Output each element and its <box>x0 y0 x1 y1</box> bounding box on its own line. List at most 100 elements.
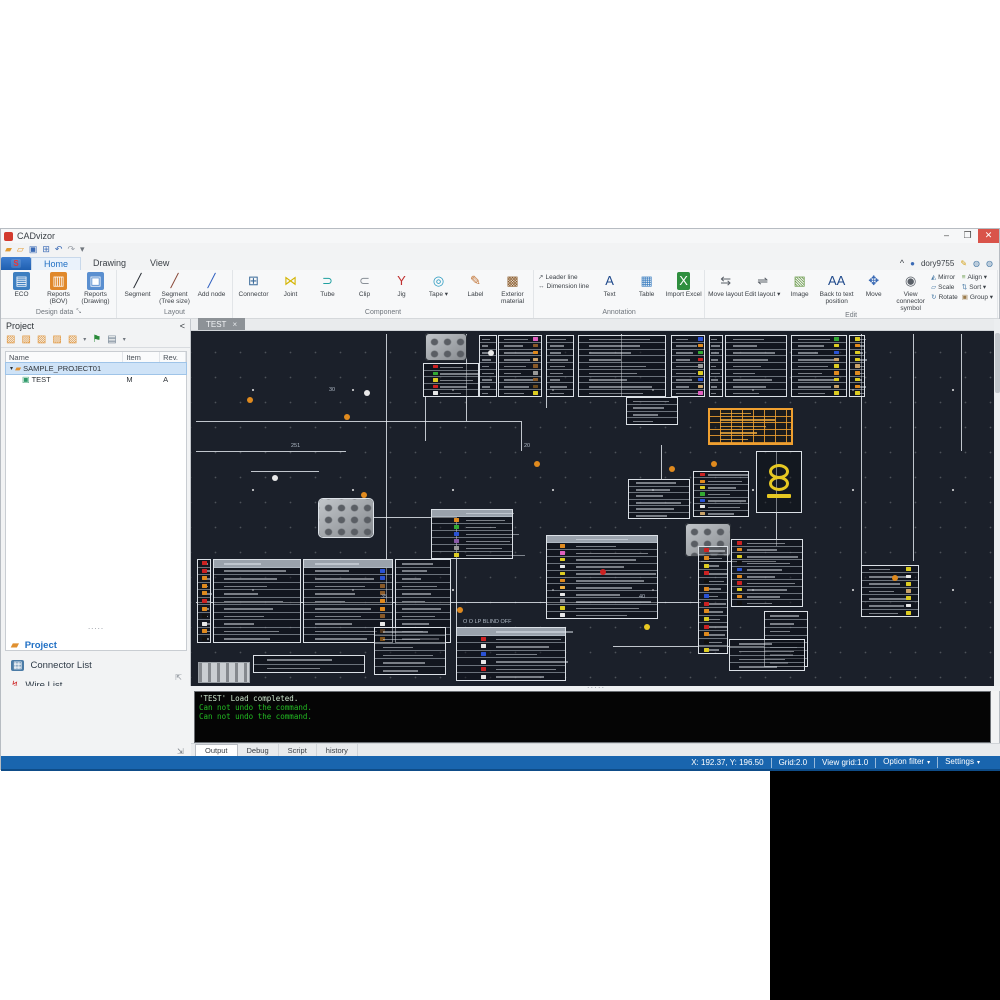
ribbon-tab-view[interactable]: View <box>138 257 181 270</box>
pin-table[interactable] <box>197 559 211 643</box>
qat-new-project-button[interactable]: ▰ <box>5 244 12 255</box>
connector-photo[interactable] <box>319 499 373 537</box>
expand-arrow-icon[interactable]: ▾ <box>10 365 13 372</box>
ribbon-button-connector[interactable]: ⊞Connector <box>235 271 272 298</box>
ribbon-button-move[interactable]: ✥Move <box>855 271 892 298</box>
ribbon-button-rotate[interactable]: ↻Rotate <box>931 293 958 301</box>
pin-table[interactable] <box>671 335 705 397</box>
ribbon-tab-drawing[interactable]: Drawing <box>81 257 138 270</box>
ribbon-button-eco[interactable]: ▤ECO <box>3 271 40 298</box>
pin-table[interactable] <box>431 509 513 559</box>
tree-column-rev[interactable]: Rev. <box>160 352 186 362</box>
pin-table[interactable] <box>213 559 301 643</box>
console-tab-history[interactable]: history <box>317 744 358 756</box>
tree-row-sample_project01[interactable]: ▾▰SAMPLE_PROJECT01 <box>6 363 186 374</box>
ribbon-button-import-excel[interactable]: XImport Excel <box>665 271 702 298</box>
pin-table[interactable] <box>479 335 497 397</box>
panel-tool-project-import[interactable]: ▨ <box>52 334 61 346</box>
panel-splitter[interactable]: ..... <box>1 624 191 632</box>
connector-photo[interactable] <box>425 333 467 361</box>
pin-table[interactable] <box>709 335 723 397</box>
ribbon-button-text[interactable]: AText <box>591 271 628 298</box>
pin-table[interactable] <box>729 639 805 671</box>
ribbon-button-jig[interactable]: YJig <box>383 271 420 298</box>
ribbon-button-view-connector-symbol[interactable]: ◉View connector symbol <box>892 271 929 312</box>
pin-table[interactable] <box>423 363 479 397</box>
application-menu-button[interactable]: S <box>1 257 31 270</box>
panel-corner-icon[interactable]: ⇱ <box>175 673 182 682</box>
ribbon-button-segment-tree-size-[interactable]: ╱Segment (Tree size) <box>156 271 193 305</box>
pin-table[interactable] <box>849 335 865 397</box>
ribbon-button-align[interactable]: ≡Align ▾ <box>962 273 993 281</box>
pin-table[interactable] <box>791 335 847 397</box>
qat-open-project-button[interactable]: ▱ <box>17 244 24 255</box>
status-option-filter[interactable]: Option filter▾ <box>876 757 938 768</box>
ribbon-button-clip[interactable]: ⊂Clip <box>346 271 383 298</box>
ribbon-button-leader-line[interactable]: ↗Leader line <box>538 273 589 281</box>
console-tab-output[interactable]: Output <box>195 744 238 756</box>
pin-table[interactable] <box>253 655 365 673</box>
pin-table[interactable] <box>456 627 566 681</box>
console-tab-debug[interactable]: Debug <box>238 744 279 756</box>
ribbon-button-group[interactable]: ▣Group ▾ <box>962 293 993 301</box>
drawing-preview-image[interactable] <box>198 662 250 683</box>
tree-column-name[interactable]: Name <box>6 352 123 362</box>
pin-table[interactable] <box>498 335 542 397</box>
ribbon-button-tape[interactable]: ◎Tape ▾ <box>420 271 457 298</box>
panel-tool-project-open[interactable]: ▨ <box>21 334 30 346</box>
ribbon-button-add-node[interactable]: ╱Add node <box>193 271 230 298</box>
panel-tool-project-export[interactable]: ▨ <box>68 334 77 346</box>
qat-redo-button[interactable]: ↷ <box>67 244 75 255</box>
ribbon-button-scale[interactable]: ▱Scale <box>931 283 958 291</box>
ribbon-button-mirror[interactable]: ◭Mirror <box>931 273 958 281</box>
ribbon-tab-home[interactable]: Home <box>31 257 81 270</box>
panel-collapse-icon[interactable]: < <box>180 321 185 331</box>
close-button[interactable]: ✕ <box>978 229 999 243</box>
panel-tool-project-sync[interactable]: ▨ <box>37 334 46 346</box>
pin-table[interactable] <box>861 565 919 617</box>
qat-save-button[interactable]: ▣ <box>29 244 38 255</box>
ribbon-button-label[interactable]: ✎Label <box>457 271 494 298</box>
pin-table[interactable] <box>731 539 803 607</box>
console-tab-script[interactable]: Script <box>279 744 317 756</box>
ribbon-button-dimension-line[interactable]: ↔Dimension line <box>538 283 589 290</box>
ribbon-button-edit-layout[interactable]: ⇌Edit layout ▾ <box>744 271 781 298</box>
gutter-expand-icon[interactable]: ⇲ <box>177 747 184 756</box>
ribbon-button-move-layout[interactable]: ⇆Move layout <box>707 271 744 298</box>
ribbon-button-reports-bov-[interactable]: ▥Reports (BOV) <box>40 271 77 305</box>
ribbon-button-exterior-material[interactable]: ▩Exterior material <box>494 271 531 305</box>
pin-table[interactable] <box>725 335 787 397</box>
ribbon-button-image[interactable]: ▧Image <box>781 271 818 298</box>
pin-table[interactable] <box>546 535 658 619</box>
panel-tool-flag[interactable]: ⚑ <box>92 334 101 346</box>
selected-pin-table[interactable] <box>708 408 793 445</box>
dialog-launcher-icon[interactable]: ⤡ <box>76 309 81 316</box>
vertical-scrollbar[interactable] <box>994 319 1000 686</box>
qat-undo-button[interactable]: ↶ <box>55 244 63 255</box>
sidebar-item-connector-list[interactable]: ▦Connector List <box>1 655 191 675</box>
tree-column-item[interactable]: Item <box>123 352 160 362</box>
dropdown-caret-icon[interactable]: ▾ <box>123 336 126 343</box>
ribbon-button-back-to-text-position[interactable]: AABack to text position <box>818 271 855 305</box>
pin-table[interactable] <box>578 335 666 397</box>
tab-close-icon[interactable]: × <box>232 320 237 329</box>
ribbon-button-segment[interactable]: ╱Segment <box>119 271 156 298</box>
ribbon-button-joint[interactable]: ⋈Joint <box>272 271 309 298</box>
schematic-canvas[interactable]: 25130204035O O LP BLIND OFF <box>191 331 994 686</box>
grommet-part-symbol[interactable] <box>756 451 802 513</box>
panel-tool-print[interactable]: ▤ <box>107 334 116 346</box>
status-settings[interactable]: Settings▾ <box>938 757 987 768</box>
document-tab-test[interactable]: TEST × <box>198 318 245 330</box>
sidebar-item-project[interactable]: ▰Project <box>1 635 191 655</box>
pin-table[interactable] <box>698 546 728 654</box>
pin-table[interactable] <box>628 479 690 519</box>
dropdown-caret-icon[interactable]: ▾ <box>83 336 86 343</box>
ribbon-button-reports-drawing-[interactable]: ▣Reports (Drawing) <box>77 271 114 305</box>
ribbon-button-table[interactable]: ▦Table <box>628 271 665 298</box>
pin-table[interactable] <box>693 471 749 517</box>
ribbon-collapse-button[interactable]: ^ <box>900 258 904 268</box>
pin-table[interactable] <box>626 397 678 425</box>
qat-more-button[interactable]: ▾ <box>80 244 85 255</box>
panel-tool-project-new[interactable]: ▨ <box>6 334 15 346</box>
ribbon-button-tube[interactable]: ⊃Tube <box>309 271 346 298</box>
